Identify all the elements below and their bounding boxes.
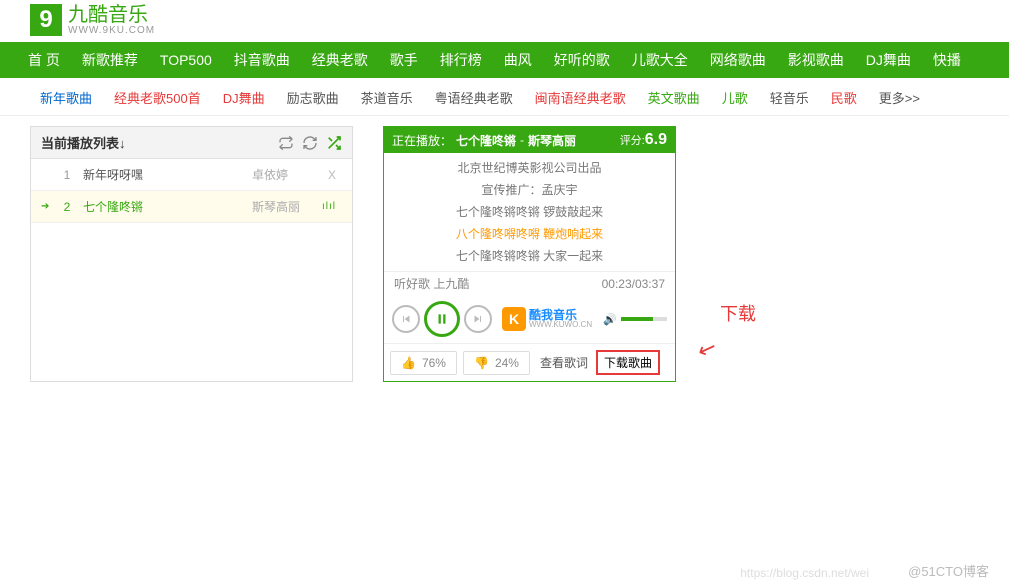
main-nav: 首 页 新歌推荐 TOP500 抖音歌曲 经典老歌 歌手 排行榜 曲风 好听的歌…: [0, 42, 1009, 78]
playlist-row-active[interactable]: ➔ 2 七个隆咚锵 斯琴高丽 ılıl: [31, 191, 352, 223]
play-pause-button[interactable]: [424, 301, 460, 337]
lyric-line: 七个隆咚锵咚锵 锣鼓敲起来: [390, 201, 669, 223]
tag-inspire[interactable]: 励志歌曲: [287, 88, 339, 107]
nav-douyin[interactable]: 抖音歌曲: [234, 50, 290, 70]
kuwo-en: WWW.KUWO.CN: [529, 321, 592, 329]
nav-good[interactable]: 好听的歌: [554, 50, 610, 70]
tag-classic500[interactable]: 经典老歌500首: [114, 88, 201, 107]
row-title: 七个隆咚锵: [79, 198, 252, 215]
now-playing-artist: 斯琴高丽: [528, 132, 576, 149]
volume-slider[interactable]: [621, 317, 667, 321]
tag-newyear[interactable]: 新年歌曲: [40, 88, 92, 107]
row-artist: 斯琴高丽: [252, 198, 322, 215]
playlist-panel: 当前播放列表↓ 1 新年呀呀嘿 卓依婷 X ➔ 2 七个隆咚锵 斯琴高丽 ılı…: [30, 126, 353, 382]
playlist-controls: [278, 135, 342, 151]
site-header: 9 九酷音乐 WWW.9KU.COM: [0, 0, 1009, 42]
nav-movie[interactable]: 影视歌曲: [788, 50, 844, 70]
volume-control[interactable]: 🔊: [603, 313, 667, 326]
row-index: 1: [55, 168, 79, 182]
tag-light[interactable]: 轻音乐: [770, 88, 809, 107]
lyric-line-current: 八个隆咚嘚咚嘚 鞭炮响起来: [390, 223, 669, 245]
nav-dj[interactable]: DJ舞曲: [866, 50, 911, 70]
lyric-line: 宣传推广：孟庆宇: [390, 179, 669, 201]
nav-kids[interactable]: 儿歌大全: [632, 50, 688, 70]
volume-icon[interactable]: 🔊: [603, 313, 617, 326]
now-playing-song: 七个隆咚锵: [456, 132, 516, 149]
logo-text-wrap: 九酷音乐 WWW.9KU.COM: [68, 5, 155, 36]
tag-tea[interactable]: 茶道音乐: [361, 88, 413, 107]
download-song-link[interactable]: 下载歌曲: [596, 350, 660, 375]
shuffle-icon[interactable]: [326, 135, 342, 151]
logo-title[interactable]: 九酷音乐: [68, 5, 155, 25]
repeat-icon[interactable]: [278, 135, 294, 151]
logo-subtitle: WWW.9KU.COM: [68, 25, 155, 36]
playing-arrow-icon: ➔: [41, 201, 55, 212]
tag-folk[interactable]: 民歌: [831, 88, 857, 107]
next-button[interactable]: [464, 305, 492, 333]
nav-home[interactable]: 首 页: [28, 50, 60, 70]
watermark-url: https://blog.csdn.net/wei: [740, 566, 869, 580]
player-info-bar: 听好歌 上九酷 00:23/03:37: [384, 271, 675, 295]
like-button[interactable]: 👍 76%: [390, 351, 457, 375]
kuwo-text: 酷我音乐 WWW.KUWO.CN: [529, 309, 592, 329]
lyrics-pane[interactable]: 北京世纪博英影视公司出品 宣传推广：孟庆宇 七个隆咚锵咚锵 锣鼓敲起来 八个隆咚…: [384, 153, 675, 271]
player-controls: K 酷我音乐 WWW.KUWO.CN 🔊: [384, 295, 675, 343]
nav-net[interactable]: 网络歌曲: [710, 50, 766, 70]
now-playing-label: 正在播放：: [392, 132, 452, 149]
playlist-header: 当前播放列表↓: [31, 127, 352, 159]
nav-artist[interactable]: 歌手: [390, 50, 418, 70]
watermark-author: @51CTO博客: [908, 561, 989, 580]
equalizer-icon: ılıl: [322, 201, 342, 212]
lyric-line: 七个隆咚锵咚锵 大家一起来: [390, 245, 669, 267]
player-actions: 👍 76% 👎 24% 查看歌词 下载歌曲: [384, 343, 675, 381]
player-panel: 正在播放： 七个隆咚锵 - 斯琴高丽 评分:6.9 北京世纪博英影视公司出品 宣…: [383, 126, 676, 382]
separator: -: [520, 133, 524, 147]
playlist-title: 当前播放列表↓: [41, 133, 126, 152]
tag-minnan[interactable]: 闽南语经典老歌: [535, 88, 626, 107]
row-artist: 卓依婷: [252, 166, 322, 183]
thumbs-down-icon: 👎: [474, 356, 489, 370]
nav-new[interactable]: 新歌推荐: [82, 50, 138, 70]
view-lyrics-link[interactable]: 查看歌词: [540, 354, 588, 371]
nav-style[interactable]: 曲风: [504, 50, 532, 70]
kuwo-logo[interactable]: K 酷我音乐 WWW.KUWO.CN: [502, 307, 592, 331]
tag-cantonese[interactable]: 粤语经典老歌: [435, 88, 513, 107]
lyric-line: 北京世纪博英影视公司出品: [390, 157, 669, 179]
nav-fast[interactable]: 快播: [933, 50, 961, 70]
tag-english[interactable]: 英文歌曲: [648, 88, 700, 107]
nav-top500[interactable]: TOP500: [160, 52, 212, 68]
tag-bar: 新年歌曲 经典老歌500首 DJ舞曲 励志歌曲 茶道音乐 粤语经典老歌 闽南语经…: [0, 78, 1009, 116]
main-content: 当前播放列表↓ 1 新年呀呀嘿 卓依婷 X ➔ 2 七个隆咚锵 斯琴高丽 ılı…: [0, 116, 1009, 392]
logo-icon[interactable]: 9: [30, 4, 62, 36]
time-display: 00:23/03:37: [602, 277, 665, 291]
rating: 评分:6.9: [620, 131, 667, 149]
nav-rank[interactable]: 排行榜: [440, 50, 482, 70]
row-index: 2: [55, 200, 79, 214]
prev-button[interactable]: [392, 305, 420, 333]
dislike-button[interactable]: 👎 24%: [463, 351, 530, 375]
thumbs-up-icon: 👍: [401, 356, 416, 370]
player-header: 正在播放： 七个隆咚锵 - 斯琴高丽 评分:6.9: [384, 127, 675, 153]
row-title: 新年呀呀嘿: [79, 166, 252, 183]
nav-classic[interactable]: 经典老歌: [312, 50, 368, 70]
slogan: 听好歌 上九酷: [394, 275, 469, 292]
tag-kids[interactable]: 儿歌: [722, 88, 748, 107]
tag-more[interactable]: 更多>>: [879, 88, 920, 107]
loop-icon[interactable]: [302, 135, 318, 151]
annotation-text: 下载: [720, 300, 756, 326]
playlist-row[interactable]: 1 新年呀呀嘿 卓依婷 X: [31, 159, 352, 191]
kuwo-icon: K: [502, 307, 526, 331]
tag-dj[interactable]: DJ舞曲: [223, 88, 265, 107]
like-percent: 76%: [422, 356, 446, 370]
dislike-percent: 24%: [495, 356, 519, 370]
remove-icon[interactable]: X: [322, 168, 342, 182]
